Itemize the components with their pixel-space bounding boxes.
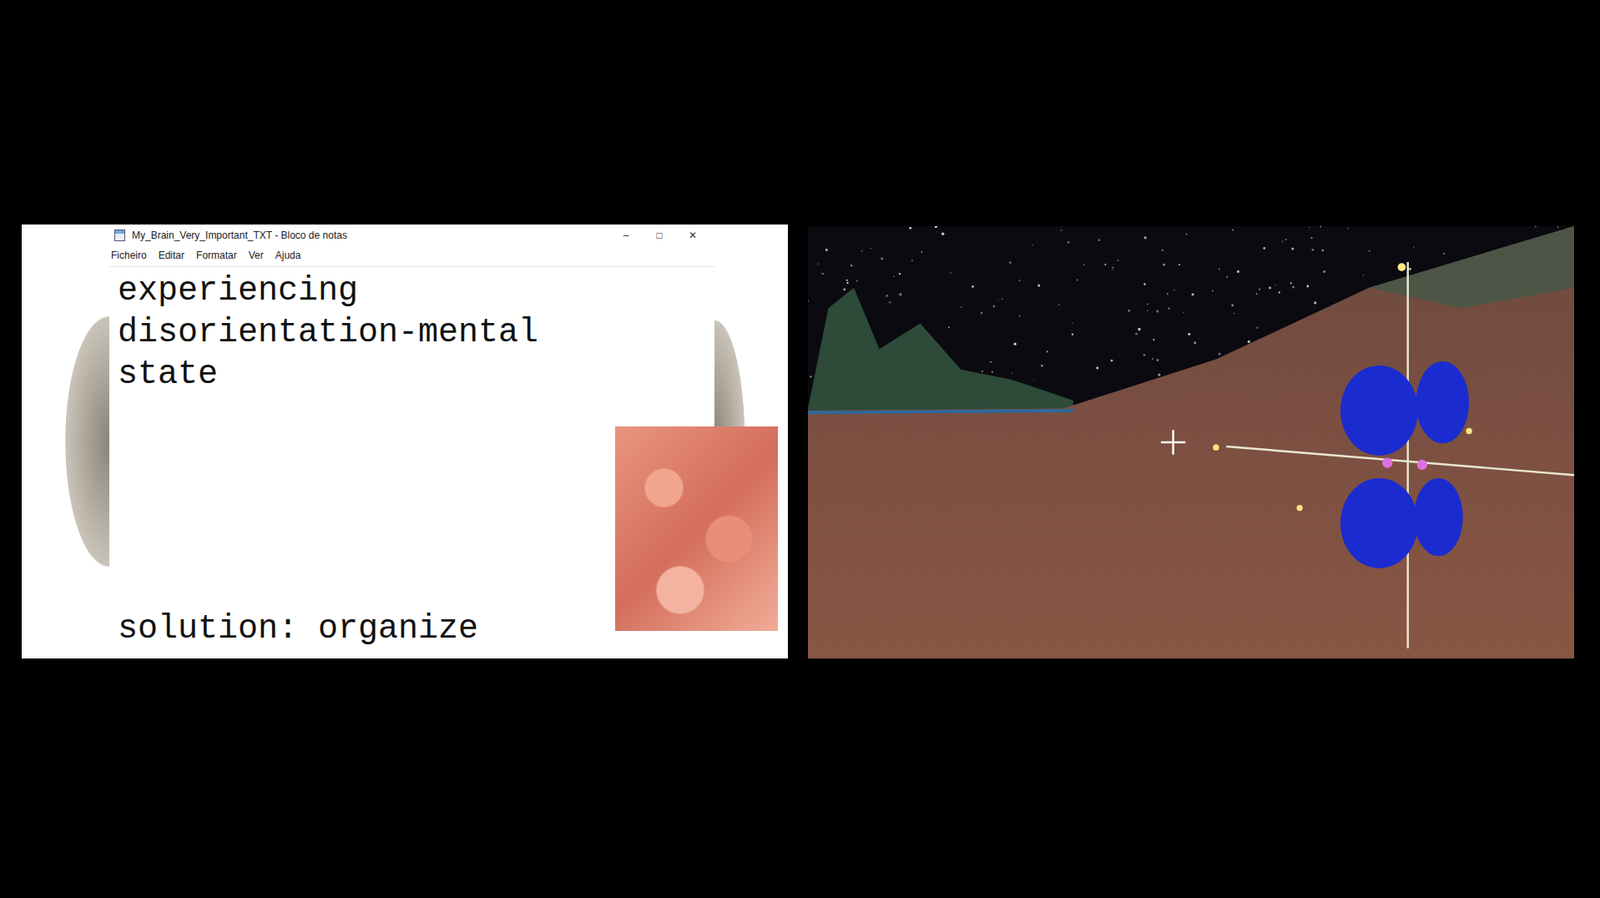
notepad-icon — [114, 229, 126, 242]
menu-bar: Ficheiro Editar Formatar Ver Ajuda — [109, 246, 715, 268]
menu-item[interactable]: Ficheiro — [111, 247, 147, 263]
scene-view[interactable] — [807, 226, 1575, 659]
window-controls: –□✕ — [609, 227, 710, 243]
text-line: state — [117, 353, 707, 396]
brain-photo — [615, 426, 778, 631]
stage: My_Brain_Very_Important_TXT - Bloco de n… — [0, 0, 1600, 659]
menu-item[interactable]: Ajuda — [275, 247, 302, 263]
minimize-button[interactable]: – — [609, 227, 643, 243]
scene-render — [807, 226, 1575, 659]
title-bar: My_Brain_Very_Important_TXT - Bloco de n… — [109, 224, 715, 247]
text-line: experiencing — [117, 270, 707, 313]
menu-item[interactable]: Formatar — [196, 247, 238, 263]
close-button[interactable]: ✕ — [676, 227, 710, 243]
text-lines: experiencingdisorientation-mentalstate — [117, 270, 707, 396]
window-title: My_Brain_Very_Important_TXT - Bloco de n… — [131, 227, 603, 243]
notepad-panel: My_Brain_Very_Important_TXT - Bloco de n… — [21, 224, 788, 659]
curve-edge — [21, 224, 110, 659]
maximize-button[interactable]: □ — [642, 227, 677, 243]
menu-item[interactable]: Editar — [158, 247, 185, 263]
text-line: disorientation-mental — [117, 312, 707, 354]
menu-item[interactable]: Ver — [248, 247, 264, 263]
